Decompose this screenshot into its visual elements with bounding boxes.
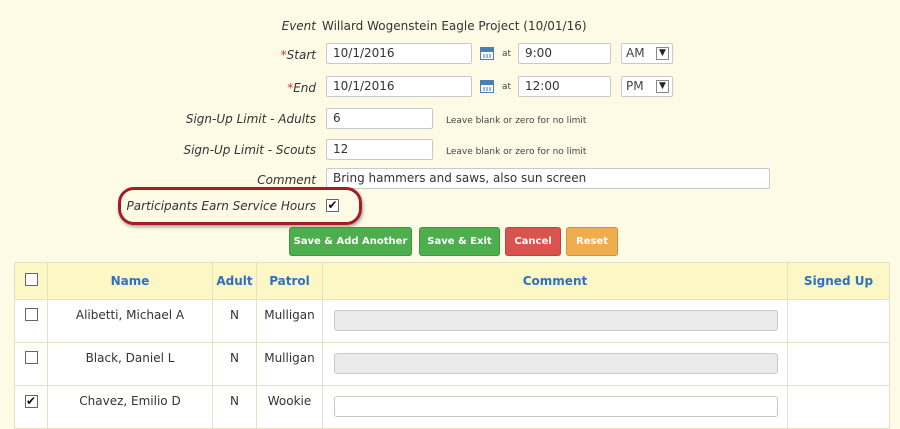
row-signed-up xyxy=(787,385,890,429)
limit-scouts-input[interactable]: 12 xyxy=(326,139,433,160)
chevron-down-icon: ▼ xyxy=(656,47,669,60)
start-at-label: at xyxy=(502,49,512,59)
event-name: Willard Wogenstein Eagle Project (10/01/… xyxy=(322,19,587,33)
row-checkbox[interactable] xyxy=(24,308,38,321)
table-header-row: Name Adult Patrol Comment Signed Up xyxy=(14,262,890,300)
table-row: Black, Daniel L N Mulligan xyxy=(14,342,890,386)
row-patrol: Mulligan xyxy=(256,342,323,386)
limit-adults-hint: Leave blank or zero for no limit xyxy=(446,116,587,126)
row-patrol: Mulligan xyxy=(256,299,323,343)
row-adult: N xyxy=(212,385,257,429)
reset-button[interactable]: Reset xyxy=(566,227,618,256)
participants-table: Name Adult Patrol Comment Signed Up Alib… xyxy=(14,262,890,429)
row-comment-input xyxy=(334,310,778,331)
service-hours-checkbox[interactable]: ✔ xyxy=(326,199,339,212)
header-name[interactable]: Name xyxy=(47,262,213,300)
start-date-input[interactable]: 10/1/2016 xyxy=(326,43,472,64)
row-comment-cell xyxy=(322,342,788,386)
end-time-input[interactable]: 12:00 xyxy=(518,76,611,97)
start-ampm-select[interactable]: AM ▼ xyxy=(621,43,673,64)
start-ampm-value: AM xyxy=(626,46,645,60)
save-add-another-button[interactable]: Save & Add Another xyxy=(289,227,412,256)
end-label: *End xyxy=(287,81,316,95)
header-patrol[interactable]: Patrol xyxy=(256,262,323,300)
row-signed-up xyxy=(787,299,890,343)
row-signed-up xyxy=(787,342,890,386)
service-hours-label: Participants Earn Service Hours xyxy=(126,199,316,213)
table-row: ✔ Chavez, Emilio D N Wookie xyxy=(14,385,890,429)
row-name: Alibetti, Michael A xyxy=(47,299,213,343)
header-adult[interactable]: Adult xyxy=(212,262,257,300)
limit-adults-input[interactable]: 6 xyxy=(326,108,433,129)
chevron-down-icon: ▼ xyxy=(656,80,669,93)
table-row: Alibetti, Michael A N Mulligan xyxy=(14,299,890,343)
limit-scouts-hint: Leave blank or zero for no limit xyxy=(446,147,587,157)
calendar-icon[interactable] xyxy=(480,80,494,93)
row-select-cell xyxy=(14,299,48,343)
end-ampm-value: PM xyxy=(626,79,644,93)
row-select-cell: ✔ xyxy=(14,385,48,429)
comment-label: Comment xyxy=(257,173,316,187)
header-comment[interactable]: Comment xyxy=(322,262,788,300)
start-label: *Start xyxy=(280,48,316,62)
end-ampm-select[interactable]: PM ▼ xyxy=(621,76,673,97)
event-label: Event xyxy=(281,19,316,33)
row-patrol: Wookie xyxy=(256,385,323,429)
row-checkbox[interactable]: ✔ xyxy=(24,395,38,408)
row-comment-input[interactable] xyxy=(334,396,778,417)
row-checkbox[interactable] xyxy=(24,351,38,364)
event-comment-input[interactable]: Bring hammers and saws, also sun screen xyxy=(326,168,770,189)
save-exit-button[interactable]: Save & Exit xyxy=(419,227,500,256)
cancel-button[interactable]: Cancel xyxy=(505,227,561,256)
select-all-checkbox[interactable] xyxy=(24,273,38,286)
header-signed-up[interactable]: Signed Up xyxy=(787,262,890,300)
row-adult: N xyxy=(212,299,257,343)
start-time-input[interactable]: 9:00 xyxy=(518,43,611,64)
row-name: Black, Daniel L xyxy=(47,342,213,386)
row-select-cell xyxy=(14,342,48,386)
row-comment-input xyxy=(334,353,778,374)
row-name: Chavez, Emilio D xyxy=(47,385,213,429)
end-date-input[interactable]: 10/1/2016 xyxy=(326,76,472,97)
row-adult: N xyxy=(212,342,257,386)
row-comment-cell xyxy=(322,385,788,429)
calendar-icon[interactable] xyxy=(480,47,494,60)
row-comment-cell xyxy=(322,299,788,343)
end-at-label: at xyxy=(502,82,512,92)
limit-scouts-label: Sign-Up Limit - Scouts xyxy=(183,143,316,157)
select-all-header[interactable] xyxy=(14,262,48,300)
limit-adults-label: Sign-Up Limit - Adults xyxy=(185,112,316,126)
